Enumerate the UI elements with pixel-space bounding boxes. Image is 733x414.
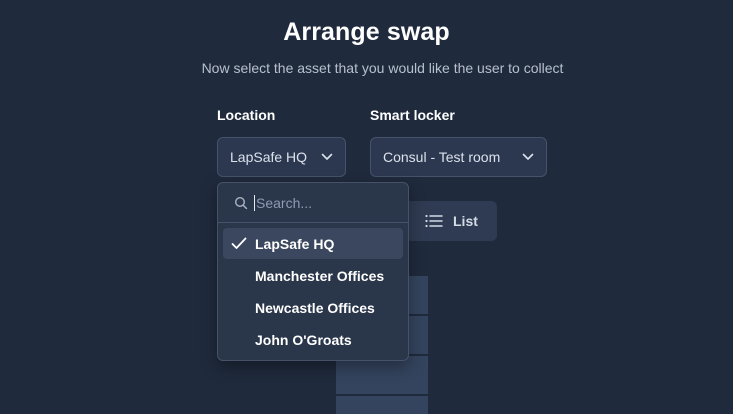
dropdown-option-label: Newcastle Offices — [255, 299, 375, 316]
location-dropdown-menu: LapSafe HQ Manchester Offices Newcastle … — [217, 182, 409, 361]
location-select[interactable]: LapSafe HQ — [217, 137, 346, 177]
dropdown-option[interactable]: Newcastle Offices — [223, 292, 403, 323]
dropdown-option-label: LapSafe HQ — [255, 235, 335, 252]
smart-locker-label: Smart locker — [370, 107, 455, 123]
dropdown-option-label: Manchester Offices — [255, 267, 385, 284]
location-select-value: LapSafe HQ — [230, 149, 308, 165]
list-icon — [425, 214, 443, 228]
dropdown-option-label: John O'Groats — [255, 331, 352, 348]
page-title: Arrange swap — [283, 18, 450, 46]
smart-locker-select-value: Consul - Test room — [383, 149, 501, 165]
dropdown-option[interactable]: LapSafe HQ — [223, 228, 403, 259]
chevron-down-icon — [522, 153, 534, 161]
locker-cell[interactable] — [336, 356, 428, 394]
dropdown-search — [218, 183, 408, 223]
check-icon — [223, 237, 255, 250]
smart-locker-select[interactable]: Consul - Test room — [370, 137, 547, 177]
list-view-label: List — [453, 213, 478, 229]
search-icon — [234, 196, 248, 210]
location-label: Location — [217, 107, 276, 123]
list-view-button[interactable]: List — [405, 201, 497, 241]
page-subtitle: Now select the asset that you would like… — [201, 60, 564, 76]
chevron-down-icon — [321, 153, 333, 161]
locker-cell[interactable] — [336, 396, 428, 414]
dropdown-option[interactable]: John O'Groats — [223, 324, 403, 355]
dropdown-option[interactable]: Manchester Offices — [223, 260, 403, 291]
search-input[interactable] — [254, 194, 396, 211]
